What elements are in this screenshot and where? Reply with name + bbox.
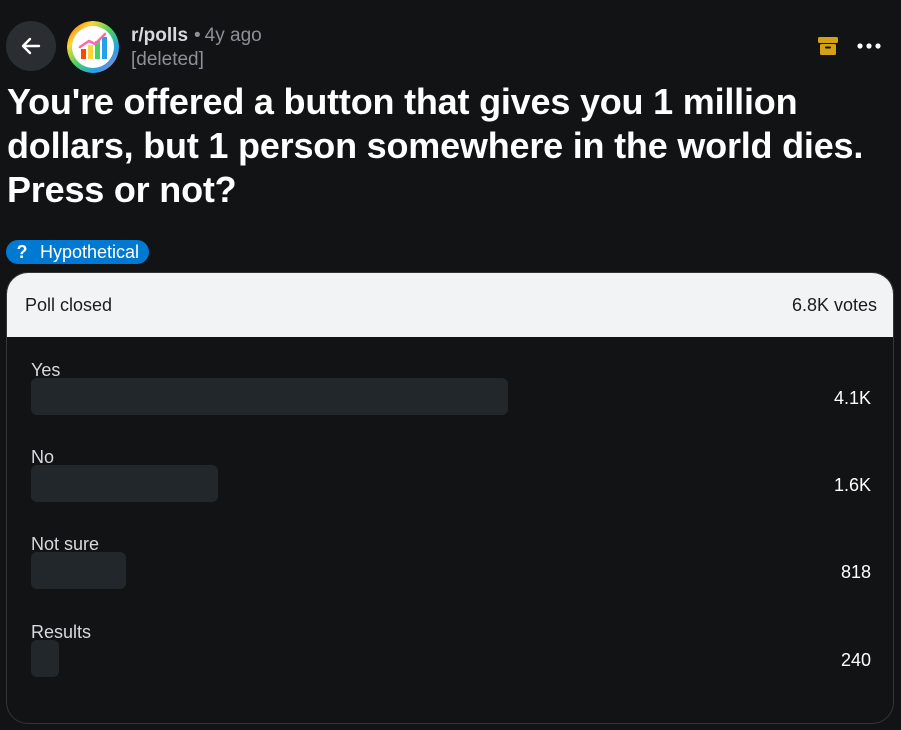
poll-option-bar [31,465,218,502]
meta-separator: • [194,25,201,46]
poll-option-count: 240 [840,650,871,670]
poll-total-votes: 6.8K votes [791,294,877,315]
subreddit-link[interactable]: r/polls [131,25,188,46]
poll-option-bar [31,552,126,589]
more-options-icon [857,43,881,49]
flair-label: Hypothetical [40,241,140,262]
poll-card: Poll closed 6.8K votes Yes 4.1K No 1.6K … [6,272,894,724]
poll-option-count: 1.6K [833,475,871,495]
post-meta: r/polls • 4y ago [deleted] [131,24,262,72]
poll-option: Yes 4.1K [31,358,871,415]
author-name[interactable]: [deleted] [131,48,262,72]
poll-header: Poll closed 6.8K votes [7,273,893,337]
poll-option: Results 240 [31,620,871,677]
poll-option-bar [31,640,59,677]
post-flair[interactable]: ? Hypothetical [6,240,150,264]
poll-status: Poll closed [25,294,113,315]
arrow-left-icon [21,37,41,55]
subreddit-avatar[interactable] [67,21,119,73]
poll-option: No 1.6K [31,445,871,502]
more-options-button[interactable] [850,33,888,59]
poll-option-label: Not sure [31,534,100,554]
poll-option-count: 818 [840,562,871,582]
question-icon: ? [16,241,28,262]
poll-option-label: Results [31,622,92,642]
poll-option-count: 4.1K [833,388,871,408]
back-button[interactable] [6,21,56,71]
poll-option: Not sure 818 [31,532,871,589]
post-title: You're offered a button that gives you 1… [7,81,864,210]
poll-option-bar [31,378,508,415]
archive-icon[interactable] [817,36,839,56]
post-age: 4y ago [204,25,262,46]
